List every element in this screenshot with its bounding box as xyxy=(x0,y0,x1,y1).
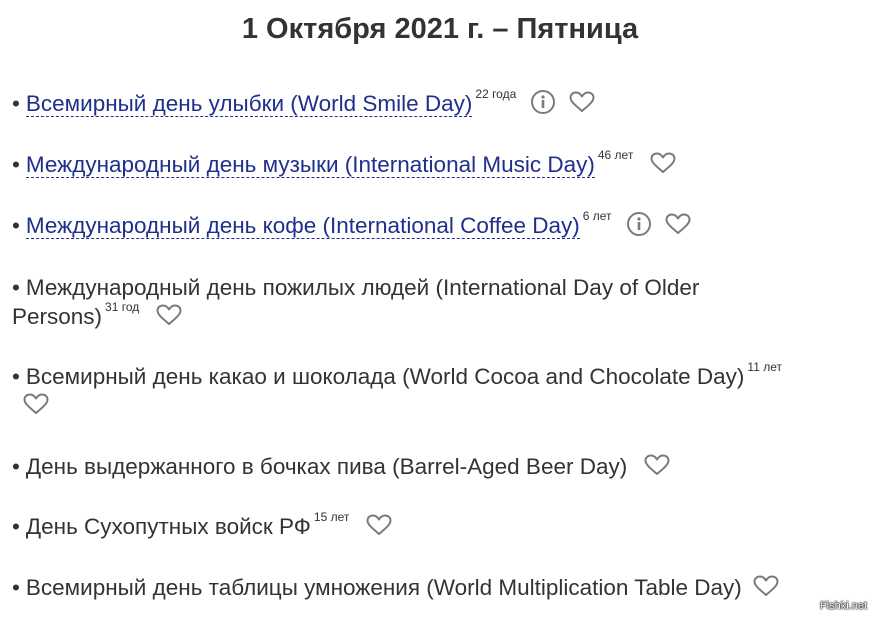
list-bullet: • xyxy=(12,454,20,479)
years-badge: 22 года xyxy=(475,87,517,101)
holiday-item-world-smile-day: • Всемирный день улыбки (World Smile Day)… xyxy=(12,87,868,118)
holiday-item-international-coffee-day: • Международный день кофе (International … xyxy=(12,209,868,240)
holiday-item-barrel-aged-beer-day: • День выдержанного в бочках пива (Barrel… xyxy=(12,452,868,481)
heart-icon[interactable] xyxy=(649,151,677,175)
holiday-item-russian-ground-forces-day: • День Сухопутных войск РФ 15 лет xyxy=(12,510,868,541)
heart-icon[interactable] xyxy=(568,90,596,114)
holiday-link-world-smile-day[interactable]: Всемирный день улыбки (World Smile Day) xyxy=(25,91,473,117)
holiday-label: День Сухопутных войск РФ xyxy=(25,514,311,539)
list-bullet: • xyxy=(12,91,20,116)
holiday-link-international-music-day[interactable]: Международный день музыки (International… xyxy=(25,152,595,178)
holiday-item-world-cocoa-and-chocolate-day: • Всемирный день какао и шоколада (World … xyxy=(12,360,868,420)
info-icon[interactable] xyxy=(530,89,556,115)
holiday-item-international-music-day: • Международный день музыки (Internationa… xyxy=(12,148,868,179)
list-bullet: • xyxy=(12,275,20,300)
heart-icon[interactable] xyxy=(22,392,50,416)
years-badge: 31 год xyxy=(105,300,140,314)
info-icon[interactable] xyxy=(626,211,652,237)
heart-icon[interactable] xyxy=(752,574,780,598)
list-bullet: • xyxy=(12,364,20,389)
holiday-item-international-day-of-older-persons: • Международный день пожилых людей (Inter… xyxy=(12,273,772,331)
years-badge: 15 лет xyxy=(313,510,350,524)
holiday-label: Всемирный день таблицы умножения (World … xyxy=(25,575,742,600)
list-bullet: • xyxy=(12,514,20,539)
heart-icon[interactable] xyxy=(155,303,183,327)
holiday-item-world-multiplication-table-day: • Всемирный день таблицы умножения (World… xyxy=(12,573,868,602)
list-bullet: • xyxy=(12,213,20,238)
heart-icon[interactable] xyxy=(664,212,692,236)
list-bullet: • xyxy=(12,152,20,177)
holiday-label: День выдержанного в бочках пива (Barrel-… xyxy=(25,454,628,479)
years-badge: 11 лет xyxy=(747,360,782,374)
holiday-label: Всемирный день какао и шоколада (World C… xyxy=(25,364,745,389)
page-title: 1 Октября 2021 г. – Пятница xyxy=(241,13,639,45)
heart-icon[interactable] xyxy=(365,513,393,537)
years-badge: 6 лет xyxy=(582,209,612,223)
holiday-link-international-coffee-day[interactable]: Международный день кофе (International C… xyxy=(25,213,580,239)
years-badge: 46 лет xyxy=(597,148,634,162)
list-bullet: • xyxy=(12,575,20,600)
heart-icon[interactable] xyxy=(643,453,671,477)
watermark: Fishki.net xyxy=(819,600,867,612)
